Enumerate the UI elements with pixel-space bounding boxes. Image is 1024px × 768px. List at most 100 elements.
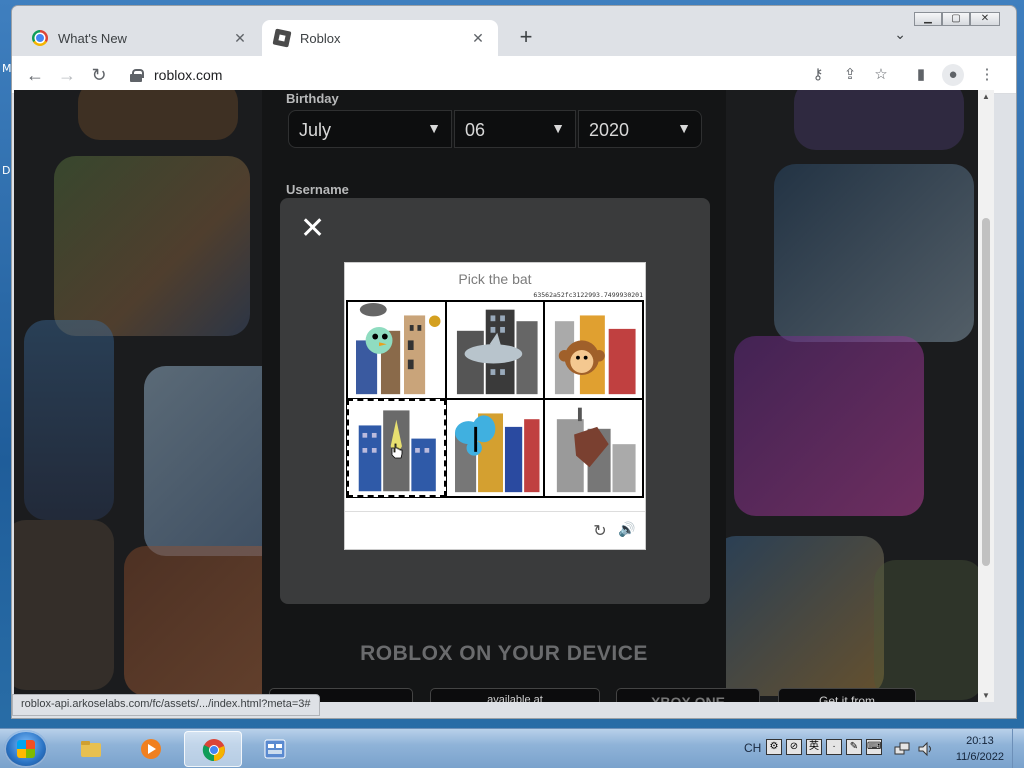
year-value: 2020 bbox=[589, 120, 630, 140]
status-url-bubble: roblox-api.arkoselabs.com/fc/assets/.../… bbox=[12, 694, 320, 716]
taskbar-explorer[interactable] bbox=[62, 731, 120, 767]
captcha-tile-bat[interactable] bbox=[347, 399, 446, 497]
key-icon[interactable]: ⚷ bbox=[807, 64, 829, 86]
captcha-tile-broken-building[interactable] bbox=[544, 399, 643, 497]
device-heading: ROBLOX ON YOUR DEVICE bbox=[360, 642, 648, 665]
tab-title: Roblox bbox=[300, 30, 341, 46]
captcha-modal: ✕ Pick the bat 63562a52fc3122993.7499930… bbox=[280, 198, 710, 604]
tab-search-icon[interactable]: ⌄ bbox=[894, 26, 906, 43]
close-window-button[interactable]: ✕ bbox=[970, 12, 1000, 26]
background-tile bbox=[774, 164, 974, 342]
show-desktop-button[interactable] bbox=[1012, 729, 1024, 768]
network-icon[interactable] bbox=[894, 741, 910, 757]
birthday-label: Birthday bbox=[286, 91, 339, 106]
start-button[interactable] bbox=[4, 730, 48, 768]
bird-icon bbox=[356, 302, 441, 395]
chevron-down-icon: ▼ bbox=[551, 120, 565, 136]
folder-icon bbox=[81, 741, 101, 757]
captcha-tile-monkey[interactable] bbox=[544, 301, 643, 399]
captcha-tile-bird[interactable] bbox=[347, 301, 446, 399]
close-icon[interactable]: ✕ bbox=[300, 214, 325, 244]
taskbar: CH ⚙ ⊘ 英 · ✎ ⌨ 20:13 11/6/2022 bbox=[0, 728, 1024, 768]
forward-button[interactable]: → bbox=[54, 62, 80, 88]
reload-button[interactable]: ↻ bbox=[86, 62, 112, 88]
tab-close-icon[interactable]: ✕ bbox=[232, 30, 248, 47]
captcha-session-id: 63562a52fc3122993.7499930201 bbox=[533, 291, 643, 299]
birthday-day-select[interactable]: 06 ▼ bbox=[454, 110, 576, 148]
menu-icon[interactable]: ⋮ bbox=[976, 64, 998, 86]
captcha-frame: Pick the bat 63562a52fc3122993.749993020… bbox=[344, 262, 646, 550]
hand-cursor-icon bbox=[391, 443, 403, 459]
chrome-icon bbox=[32, 30, 48, 46]
taskbar-chrome[interactable] bbox=[184, 731, 242, 767]
back-button[interactable]: ← bbox=[22, 62, 48, 88]
ime-punctuation-icon[interactable]: · bbox=[826, 739, 842, 755]
captcha-divider bbox=[345, 511, 645, 512]
monkey-icon bbox=[555, 315, 636, 395]
taskbar-media-player[interactable] bbox=[122, 731, 180, 767]
scroll-thumb[interactable] bbox=[982, 218, 990, 566]
system-clock[interactable]: 20:13 11/6/2022 bbox=[956, 733, 1004, 765]
scroll-up-arrow[interactable]: ▲ bbox=[978, 92, 994, 101]
ime-block-icon[interactable]: ⊘ bbox=[786, 739, 802, 755]
background-tile bbox=[714, 536, 884, 696]
butterfly-icon bbox=[454, 413, 540, 493]
ime-pad-icon[interactable]: ✎ bbox=[846, 739, 862, 755]
background-tile bbox=[78, 90, 238, 140]
ime-keyboard-icon[interactable]: ⌨ bbox=[866, 739, 882, 755]
minimize-button[interactable]: ▁ bbox=[914, 12, 942, 26]
clock-date: 11/6/2022 bbox=[955, 751, 1004, 763]
browser-window: What's New ✕ Roblox ✕ + ⌄ ▁ ▢ ✕ ← → ↻ ro… bbox=[12, 6, 1016, 718]
ime-settings-icon[interactable]: ⚙ bbox=[766, 739, 782, 755]
birthday-year-select[interactable]: 2020 ▼ bbox=[578, 110, 702, 148]
maximize-button[interactable]: ▢ bbox=[942, 12, 970, 26]
amazon-store-badge[interactable]: available at bbox=[430, 688, 600, 702]
birthday-month-select[interactable]: July ▼ bbox=[288, 110, 452, 148]
captcha-prompt: Pick the bat bbox=[458, 271, 532, 287]
tab-roblox[interactable]: Roblox ✕ bbox=[262, 20, 498, 56]
media-player-icon bbox=[141, 739, 161, 759]
captcha-tile-butterfly[interactable] bbox=[445, 399, 545, 497]
tab-whats-new[interactable]: What's New ✕ bbox=[20, 20, 260, 56]
chevron-down-icon: ▼ bbox=[427, 120, 441, 136]
refresh-icon[interactable]: ↻ bbox=[591, 521, 609, 540]
captcha-grid bbox=[346, 300, 644, 498]
profile-icon[interactable]: ● bbox=[942, 64, 964, 86]
desktop-icon-label: M bbox=[2, 62, 12, 75]
background-tile bbox=[24, 320, 114, 520]
tab-close-icon[interactable]: ✕ bbox=[470, 30, 486, 47]
lock-icon[interactable] bbox=[130, 69, 144, 82]
shark-icon bbox=[456, 309, 538, 395]
volume-icon[interactable] bbox=[918, 741, 934, 757]
background-tile bbox=[734, 336, 924, 516]
xbox-store-badge[interactable]: XBOX ONE bbox=[616, 688, 760, 702]
ime-english-icon[interactable]: 英 bbox=[806, 739, 822, 755]
clock-time: 20:13 bbox=[966, 735, 994, 747]
share-icon[interactable]: ⇪ bbox=[839, 64, 861, 86]
background-tile bbox=[874, 560, 984, 700]
roblox-icon bbox=[272, 28, 292, 48]
tab-title: What's New bbox=[58, 30, 127, 46]
month-value: July bbox=[299, 120, 332, 140]
page-scrollbar[interactable]: ▲ ▼ bbox=[978, 90, 994, 702]
scroll-down-arrow[interactable]: ▼ bbox=[978, 691, 994, 700]
username-label: Username bbox=[286, 182, 349, 197]
browser-toolbar: ← → ↻ roblox.com ⚷ ⇪ ☆ ▮ ● ⋮ bbox=[12, 56, 1016, 94]
broken-building-icon bbox=[557, 407, 636, 493]
captcha-tile-shark[interactable] bbox=[445, 301, 545, 399]
chrome-icon bbox=[202, 739, 225, 762]
background-tile bbox=[54, 156, 250, 336]
star-icon[interactable]: ☆ bbox=[870, 64, 892, 86]
new-tab-button[interactable]: + bbox=[512, 24, 540, 52]
address-bar[interactable]: roblox.com bbox=[120, 60, 840, 90]
page-viewport: Birthday July ▼ 06 ▼ 2020 ▼ Username ROB… bbox=[14, 90, 994, 702]
url-text[interactable]: roblox.com bbox=[154, 67, 222, 83]
background-tile bbox=[794, 90, 964, 150]
audio-icon[interactable]: 🔊 bbox=[617, 521, 637, 539]
input-language-indicator[interactable]: CH bbox=[744, 741, 761, 755]
microsoft-store-badge[interactable]: Get it from bbox=[778, 688, 916, 702]
chevron-down-icon: ▼ bbox=[677, 120, 691, 136]
day-value: 06 bbox=[465, 120, 486, 140]
side-panel-icon[interactable]: ▮ bbox=[910, 64, 932, 86]
taskbar-control-panel[interactable] bbox=[246, 731, 304, 767]
